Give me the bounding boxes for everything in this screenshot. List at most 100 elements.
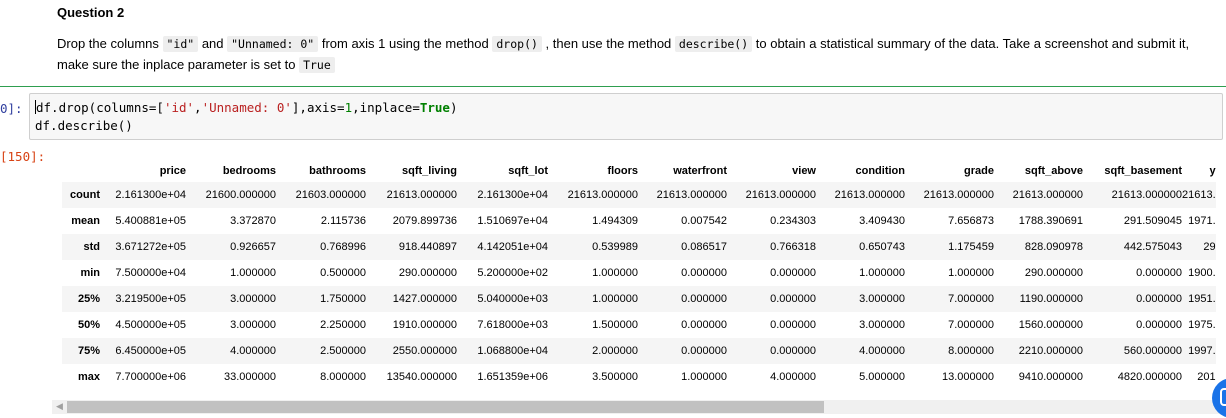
table-cell: 6.450000e+05 [115,345,186,357]
table-cell: 21613.000000 [386,189,457,201]
table-cell: 7.000000 [948,293,994,305]
fab-glyph [1220,388,1226,406]
horizontal-scrollbar[interactable]: ◀ [52,400,1226,414]
row-label: min [80,267,100,279]
table-cell: 13.000000 [942,371,994,383]
code-line-1: df.drop(columns=['id','Unnamed: 0'],axis… [35,100,457,115]
chevron-left-icon[interactable]: ◀ [56,401,63,412]
question-text-segment: Drop the columns [57,36,163,51]
table-cell: 21613.000000 [923,189,994,201]
code-line-2: df.describe() [35,118,133,133]
table-cell: 5.400881e+05 [115,215,186,227]
table-cell: 1975. [1188,319,1216,331]
table-cell: 1.494309 [592,215,638,227]
table-cell: 0.000000 [770,267,816,279]
column-header: sqft_living [401,165,457,177]
row-label: 25% [77,293,100,305]
column-header: sqft_above [1024,165,1083,177]
table-cell: 0.650743 [859,241,905,253]
column-header: y [1209,165,1216,177]
table-cell: 21613.000000 [1111,189,1182,201]
table-cell: 0.500000 [320,267,366,279]
table-row: 25% 3.219500e+05 3.000000 1.750000 1427.0000… [62,286,1216,312]
table-cell: 1951. [1188,293,1216,305]
question-text-segment: , then use the method [541,36,675,51]
table-cell: 0.000000 [681,319,727,331]
table-cell: 1.510697e+04 [477,215,548,227]
table-cell: 4.000000 [770,371,816,383]
table-row: 75% 6.450000e+05 4.000000 2.500000 2550.0000… [62,338,1216,364]
inline-code: "id" [162,36,199,52]
table-header-row: price bedrooms bathrooms sqft_living sqft_lo… [62,160,1216,182]
code-token: 'Unnamed: 0' [201,100,292,115]
table-cell: 0.000000 [1136,319,1182,331]
table-cell: 9410.000000 [1018,371,1083,383]
table-cell: 2550.000000 [392,345,457,357]
table-cell: 21613.000000 [656,189,727,201]
table-cell: 3.000000 [230,293,276,305]
input-prompt: 0]: [0,101,23,116]
column-header: condition [855,165,906,177]
column-header: waterfront [673,165,727,177]
table-cell: 291.509045 [1123,215,1182,227]
column-header: floors [607,165,638,177]
code-token: ,inplace= [352,100,420,115]
table-cell: 7.500000e+04 [115,267,186,279]
row-label: std [83,241,101,253]
code-token: True [419,100,450,115]
table-cell: 0.007542 [681,215,727,227]
table-row: count 2.161300e+04 21600.000000 21603.00000… [62,182,1216,208]
table-cell: 1.500000 [592,319,638,331]
question-text: Drop the columns "id" and "Unnamed: 0" f… [57,34,1217,75]
table-cell: 0.000000 [681,293,727,305]
table-cell: 0.000000 [770,319,816,331]
table-cell: 0.000000 [681,345,727,357]
table-row: std 3.671272e+05 0.926657 0.768996 918.44089… [62,234,1216,260]
table-cell: 21600.000000 [205,189,276,201]
table-cell: 1.000000 [592,267,638,279]
table-cell: 7.656873 [948,215,994,227]
table-cell: 3.671272e+05 [115,241,186,253]
code-token: df.drop(columns=[ [36,100,164,115]
table-cell: 1427.000000 [392,293,457,305]
table-cell: 2.250000 [320,319,366,331]
row-label: count [70,189,100,201]
table-cell: 5.200000e+02 [477,267,548,279]
code-token: ],axis= [291,100,345,115]
table-cell: 13540.000000 [386,371,457,383]
table-cell: 3.409430 [859,215,905,227]
table-cell: 918.440897 [398,241,457,253]
table-cell: 2079.899736 [392,215,457,227]
scrollbar-thumb[interactable] [67,401,824,413]
table-cell: 2210.000000 [1018,345,1083,357]
inline-code: True [299,56,335,73]
table-cell: 2.500000 [320,345,366,357]
table-cell: 1.000000 [948,267,994,279]
table-row: max 7.700000e+06 33.000000 8.000000 13540.00… [62,364,1216,390]
table-cell: 8.000000 [948,345,994,357]
column-header: price [159,165,186,177]
column-header: bathrooms [309,165,366,177]
table-cell: 1.651359e+06 [477,371,548,383]
table-cell: 828.090978 [1024,241,1083,253]
table-cell: 29 [1203,241,1216,253]
table-cell: 1560.000000 [1018,319,1083,331]
table-cell: 21603.000000 [295,189,366,201]
inline-code: describe() [674,36,753,52]
question-text-segment: from axis 1 using the method [318,36,493,51]
table-cell: 1910.000000 [392,319,457,331]
table-cell: 0.000000 [681,267,727,279]
question-text-segment: and [198,36,228,51]
table-cell: 0.000000 [1136,267,1182,279]
table-cell: 5.000000 [859,371,905,383]
column-header: grade [964,165,994,177]
table-row: 50% 4.500000e+05 3.000000 2.250000 1910.0000… [62,312,1216,338]
table-cell: 1.750000 [320,293,366,305]
table-cell: 1190.000000 [1019,293,1083,305]
table-cell: 0.000000 [770,345,816,357]
table-cell: 2.161300e+04 [477,189,548,201]
table-cell: 1997. [1188,345,1216,357]
table-cell: 1.175459 [948,241,994,253]
table-cell: 1.000000 [681,371,727,383]
code-cell-input[interactable]: df.drop(columns=['id','Unnamed: 0'],axis… [29,93,1223,140]
